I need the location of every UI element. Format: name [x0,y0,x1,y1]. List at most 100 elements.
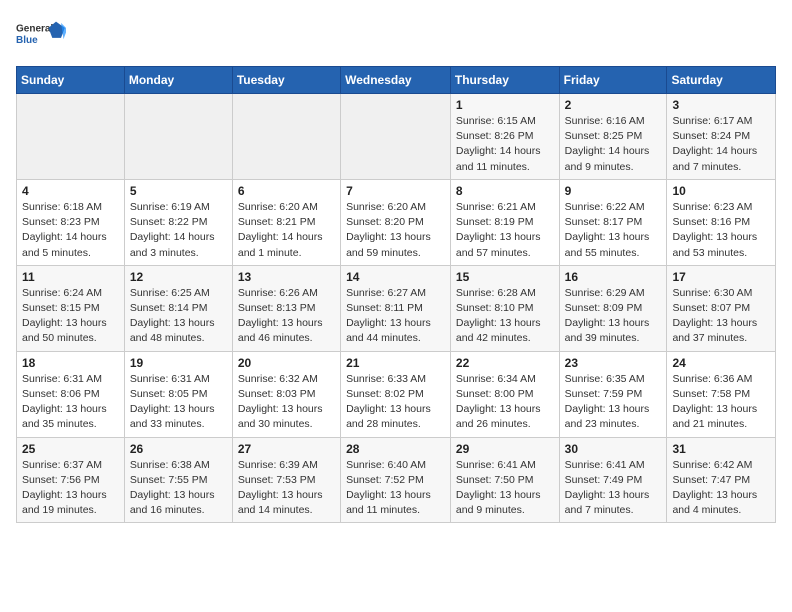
day-number: 25 [22,442,119,456]
day-cell: 16 Sunrise: 6:29 AM Sunset: 8:09 PM Dayli… [559,265,667,351]
day-info: Sunrise: 6:36 AM Sunset: 7:58 PM Dayligh… [672,372,770,433]
day-info: Sunrise: 6:37 AM Sunset: 7:56 PM Dayligh… [22,458,119,519]
day-info: Sunrise: 6:20 AM Sunset: 8:20 PM Dayligh… [346,200,445,261]
week-row-5: 25 Sunrise: 6:37 AM Sunset: 7:56 PM Dayli… [17,437,776,523]
day-cell: 8 Sunrise: 6:21 AM Sunset: 8:19 PM Daylig… [450,179,559,265]
day-cell [232,94,340,180]
day-info: Sunrise: 6:38 AM Sunset: 7:55 PM Dayligh… [130,458,227,519]
week-row-4: 18Sunrise: 6:31 AM Sunset: 8:06 PM Dayli… [17,351,776,437]
day-info: Sunrise: 6:32 AM Sunset: 8:03 PM Dayligh… [238,372,335,433]
day-number: 19 [130,356,227,370]
day-info: Sunrise: 6:28 AM Sunset: 8:10 PM Dayligh… [456,286,554,347]
day-info: Sunrise: 6:27 AM Sunset: 8:11 PM Dayligh… [346,286,445,347]
calendar: SundayMondayTuesdayWednesdayThursdayFrid… [16,66,776,523]
day-info: Sunrise: 6:21 AM Sunset: 8:19 PM Dayligh… [456,200,554,261]
day-cell: 17 Sunrise: 6:30 AM Sunset: 8:07 PM Dayli… [667,265,776,351]
day-cell: 24 Sunrise: 6:36 AM Sunset: 7:58 PM Dayli… [667,351,776,437]
day-number: 23 [565,356,662,370]
day-cell: 9 Sunrise: 6:22 AM Sunset: 8:17 PM Daylig… [559,179,667,265]
day-cell: 3Sunrise: 6:17 AM Sunset: 8:24 PM Daylig… [667,94,776,180]
weekday-header-saturday: Saturday [667,67,776,94]
logo-svg: General Blue [16,16,66,56]
day-cell: 26 Sunrise: 6:38 AM Sunset: 7:55 PM Dayli… [124,437,232,523]
day-number: 27 [238,442,335,456]
weekday-header-wednesday: Wednesday [341,67,451,94]
day-cell: 18Sunrise: 6:31 AM Sunset: 8:06 PM Dayli… [17,351,125,437]
day-info: Sunrise: 6:24 AM Sunset: 8:15 PM Dayligh… [22,286,119,347]
day-number: 5 [130,184,227,198]
day-cell: 7 Sunrise: 6:20 AM Sunset: 8:20 PM Daylig… [341,179,451,265]
day-cell: 27 Sunrise: 6:39 AM Sunset: 7:53 PM Dayli… [232,437,340,523]
day-number: 8 [456,184,554,198]
day-info: Sunrise: 6:25 AM Sunset: 8:14 PM Dayligh… [130,286,227,347]
day-cell: 5 Sunrise: 6:19 AM Sunset: 8:22 PM Daylig… [124,179,232,265]
day-info: Sunrise: 6:30 AM Sunset: 8:07 PM Dayligh… [672,286,770,347]
day-cell: 11 Sunrise: 6:24 AM Sunset: 8:15 PM Dayli… [17,265,125,351]
day-info: Sunrise: 6:17 AM Sunset: 8:24 PM Dayligh… [672,114,770,175]
day-cell: 20 Sunrise: 6:32 AM Sunset: 8:03 PM Dayli… [232,351,340,437]
day-cell: 31 Sunrise: 6:42 AM Sunset: 7:47 PM Dayli… [667,437,776,523]
day-info: Sunrise: 6:41 AM Sunset: 7:50 PM Dayligh… [456,458,554,519]
logo: General Blue [16,16,66,56]
day-number: 20 [238,356,335,370]
day-info: Sunrise: 6:41 AM Sunset: 7:49 PM Dayligh… [565,458,662,519]
week-row-2: 4 Sunrise: 6:18 AM Sunset: 8:23 PM Daylig… [17,179,776,265]
day-cell: 13Sunrise: 6:26 AM Sunset: 8:13 PM Dayli… [232,265,340,351]
day-number: 14 [346,270,445,284]
day-cell: 22Sunrise: 6:34 AM Sunset: 8:00 PM Dayli… [450,351,559,437]
day-info: Sunrise: 6:34 AM Sunset: 8:00 PM Dayligh… [456,372,554,433]
day-cell: 30Sunrise: 6:41 AM Sunset: 7:49 PM Dayli… [559,437,667,523]
day-cell: 12Sunrise: 6:25 AM Sunset: 8:14 PM Dayli… [124,265,232,351]
day-cell: 14 Sunrise: 6:27 AM Sunset: 8:11 PM Dayli… [341,265,451,351]
day-number: 11 [22,270,119,284]
day-cell: 25 Sunrise: 6:37 AM Sunset: 7:56 PM Dayli… [17,437,125,523]
day-number: 24 [672,356,770,370]
day-number: 31 [672,442,770,456]
header: General Blue [16,16,776,56]
day-cell: 1Sunrise: 6:15 AM Sunset: 8:26 PM Daylig… [450,94,559,180]
week-row-3: 11 Sunrise: 6:24 AM Sunset: 8:15 PM Dayli… [17,265,776,351]
day-info: Sunrise: 6:29 AM Sunset: 8:09 PM Dayligh… [565,286,662,347]
day-number: 4 [22,184,119,198]
day-number: 28 [346,442,445,456]
day-number: 10 [672,184,770,198]
weekday-header-monday: Monday [124,67,232,94]
day-number: 18 [22,356,119,370]
day-cell: 28Sunrise: 6:40 AM Sunset: 7:52 PM Dayli… [341,437,451,523]
day-cell [17,94,125,180]
day-number: 15 [456,270,554,284]
day-cell [124,94,232,180]
day-info: Sunrise: 6:19 AM Sunset: 8:22 PM Dayligh… [130,200,227,261]
day-cell: 4 Sunrise: 6:18 AM Sunset: 8:23 PM Daylig… [17,179,125,265]
weekday-header-friday: Friday [559,67,667,94]
day-number: 16 [565,270,662,284]
day-cell [341,94,451,180]
day-info: Sunrise: 6:39 AM Sunset: 7:53 PM Dayligh… [238,458,335,519]
day-info: Sunrise: 6:22 AM Sunset: 8:17 PM Dayligh… [565,200,662,261]
day-cell: 6Sunrise: 6:20 AM Sunset: 8:21 PM Daylig… [232,179,340,265]
day-cell: 19 Sunrise: 6:31 AM Sunset: 8:05 PM Dayli… [124,351,232,437]
day-number: 29 [456,442,554,456]
day-info: Sunrise: 6:20 AM Sunset: 8:21 PM Dayligh… [238,200,335,261]
week-row-1: 1Sunrise: 6:15 AM Sunset: 8:26 PM Daylig… [17,94,776,180]
weekday-header-tuesday: Tuesday [232,67,340,94]
weekday-header-thursday: Thursday [450,67,559,94]
svg-text:Blue: Blue [16,35,38,46]
day-number: 7 [346,184,445,198]
weekday-header-row: SundayMondayTuesdayWednesdayThursdayFrid… [17,67,776,94]
day-info: Sunrise: 6:16 AM Sunset: 8:25 PM Dayligh… [565,114,662,175]
day-info: Sunrise: 6:42 AM Sunset: 7:47 PM Dayligh… [672,458,770,519]
day-info: Sunrise: 6:18 AM Sunset: 8:23 PM Dayligh… [22,200,119,261]
day-info: Sunrise: 6:15 AM Sunset: 8:26 PM Dayligh… [456,114,554,175]
day-number: 21 [346,356,445,370]
day-number: 9 [565,184,662,198]
svg-text:General: General [16,24,53,35]
day-cell: 10Sunrise: 6:23 AM Sunset: 8:16 PM Dayli… [667,179,776,265]
day-info: Sunrise: 6:31 AM Sunset: 8:05 PM Dayligh… [130,372,227,433]
day-cell: 15 Sunrise: 6:28 AM Sunset: 8:10 PM Dayli… [450,265,559,351]
day-number: 26 [130,442,227,456]
day-number: 2 [565,98,662,112]
day-cell: 2 Sunrise: 6:16 AM Sunset: 8:25 PM Daylig… [559,94,667,180]
day-number: 17 [672,270,770,284]
day-number: 13 [238,270,335,284]
